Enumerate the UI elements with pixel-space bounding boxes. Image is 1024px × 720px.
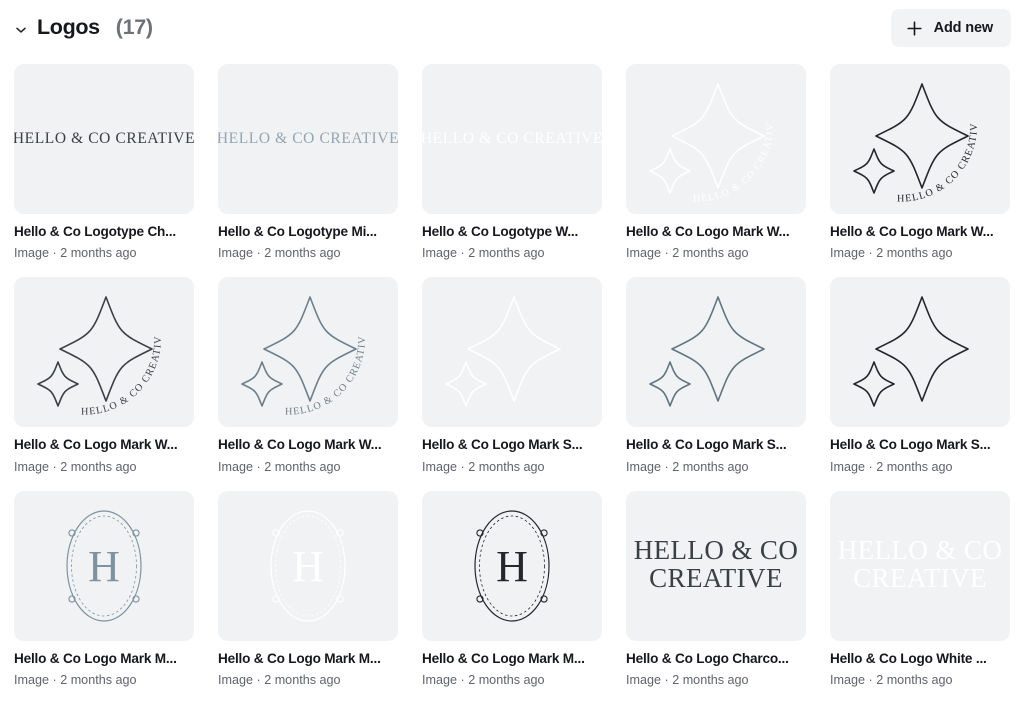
asset-card[interactable]: H Hello & Co Logo Mark M... Image · 2 mont… <box>14 490 194 688</box>
asset-title: Hello & Co Logotype Ch... <box>14 224 176 239</box>
asset-title: Hello & Co Logo Charco... <box>626 650 789 666</box>
asset-card[interactable]: Hello & Co Logo Mark S... Image · 2 month… <box>830 277 1010 474</box>
asset-meta: Image · 2 months ago <box>830 673 953 688</box>
asset-meta: Image · 2 months ago <box>218 673 341 688</box>
section-header: Logos (17) Add new <box>0 0 1024 56</box>
svg-text:HELLO & CO CREATIVE: HELLO & CO CREATIVE <box>830 64 980 205</box>
asset-card[interactable]: H Hello & Co Logo Mark M... Image · 2 mont… <box>422 490 602 688</box>
asset-meta: Image · 2 months ago <box>218 246 341 261</box>
svg-text:H: H <box>88 542 120 591</box>
asset-card[interactable]: HELLO & CO CREATIVE Hello & Co Logo Mark … <box>626 64 806 261</box>
asset-meta: Image · 2 months ago <box>14 459 137 474</box>
asset-thumbnail[interactable] <box>626 277 806 428</box>
asset-thumbnail[interactable]: HELLO & CO CREATIVE <box>830 64 1010 214</box>
svg-text:HELLO & CO: HELLO & CO <box>838 535 1002 565</box>
asset-title: Hello & Co Logo Mark M... <box>14 650 177 666</box>
svg-text:H: H <box>496 542 528 591</box>
asset-meta: Image · 2 months ago <box>626 246 749 261</box>
asset-title: Hello & Co Logo Mark W... <box>218 437 382 453</box>
plus-icon <box>906 20 923 37</box>
svg-text:CREATIVE: CREATIVE <box>853 563 987 593</box>
asset-title: Hello & Co Logo Mark M... <box>218 650 381 666</box>
asset-title: Hello & Co Logo Mark M... <box>422 650 585 666</box>
asset-meta: Image · 2 months ago <box>626 459 749 474</box>
asset-card[interactable]: HELLO & CO CREATIVE Hello & Co Logotype W… <box>422 64 602 261</box>
asset-thumbnail[interactable]: HELLO & CO CREATIVE <box>14 64 194 214</box>
asset-title: Hello & Co Logo Mark W... <box>830 224 994 239</box>
asset-thumbnail[interactable] <box>422 277 602 428</box>
asset-thumbnail[interactable]: H <box>14 490 194 641</box>
asset-thumbnail[interactable]: HELLO & CO CREATIVE <box>422 64 602 214</box>
asset-card[interactable]: HELLO & CO CREATIVE Hello & Co Logotype M… <box>218 64 398 261</box>
asset-thumbnail[interactable]: HELLO & CO CREATIVE <box>626 64 806 214</box>
asset-count: (17) <box>115 15 153 40</box>
chevron-down-icon <box>14 23 28 37</box>
asset-thumbnail[interactable] <box>830 277 1010 428</box>
asset-thumbnail[interactable]: HELLO & CO CREATIVE <box>830 490 1010 641</box>
asset-thumbnail[interactable]: H <box>422 490 602 641</box>
svg-text:HELLO & CO CREATIVE: HELLO & CO CREATIVE <box>218 277 368 418</box>
asset-meta: Image · 2 months ago <box>830 246 953 261</box>
asset-title: Hello & Co Logo Mark W... <box>626 224 790 239</box>
asset-title: Hello & Co Logotype W... <box>422 224 579 239</box>
asset-title: Hello & Co Logo Mark S... <box>830 437 991 453</box>
asset-thumbnail[interactable]: HELLO & CO CREATIVE <box>14 277 194 428</box>
asset-card[interactable]: HELLO & CO CREATIVE Hello & Co Logo Charco… <box>626 490 806 688</box>
asset-thumbnail[interactable]: HELLO & CO CREATIVE <box>626 490 806 641</box>
asset-title: Hello & Co Logo White ... <box>830 650 987 666</box>
asset-card[interactable]: HELLO & CO CREATIVE Hello & Co Logo Mark … <box>218 277 398 474</box>
asset-title: Hello & Co Logo Mark S... <box>626 437 787 453</box>
asset-title: Hello & Co Logo Mark W... <box>14 437 178 453</box>
collapse-section-toggle[interactable]: Logos (17) <box>14 17 153 39</box>
svg-text:HELLO & CO CREATIVE: HELLO & CO CREATIVE <box>14 130 194 147</box>
asset-meta: Image · 2 months ago <box>218 459 341 474</box>
asset-card[interactable]: Hello & Co Logo Mark S... Image · 2 month… <box>626 277 806 474</box>
asset-card[interactable]: HELLO & CO CREATIVE Hello & Co Logo White … <box>830 490 1010 688</box>
page-title: Logos <box>37 15 100 40</box>
asset-meta: Image · 2 months ago <box>626 673 749 688</box>
svg-text:HELLO & CO: HELLO & CO <box>634 535 798 565</box>
asset-card[interactable]: Hello & Co Logo Mark S... Image · 2 month… <box>422 277 602 474</box>
asset-thumbnail[interactable]: HELLO & CO CREATIVE <box>218 64 398 214</box>
asset-meta: Image · 2 months ago <box>830 459 953 474</box>
asset-meta: Image · 2 months ago <box>422 673 545 688</box>
asset-meta: Image · 2 months ago <box>422 459 545 474</box>
asset-card[interactable]: HELLO & CO CREATIVE Hello & Co Logo Mark … <box>830 64 1010 261</box>
asset-meta: Image · 2 months ago <box>422 246 545 261</box>
asset-thumbnail[interactable]: H <box>218 490 398 641</box>
asset-card[interactable]: HELLO & CO CREATIVE Hello & Co Logotype C… <box>14 64 194 261</box>
add-new-button[interactable]: Add new <box>890 9 1011 47</box>
add-new-label: Add new <box>933 20 994 36</box>
asset-grid: HELLO & CO CREATIVE Hello & Co Logotype C… <box>0 56 1024 688</box>
svg-text:HELLO & CO CREATIVE: HELLO & CO CREATIVE <box>218 130 398 147</box>
asset-title: Hello & Co Logotype Mi... <box>218 224 377 239</box>
svg-text:HELLO & CO CREATIVE: HELLO & CO CREATIVE <box>626 64 776 205</box>
asset-title: Hello & Co Logo Mark S... <box>422 437 583 453</box>
asset-meta: Image · 2 months ago <box>14 246 137 261</box>
asset-card[interactable]: HELLO & CO CREATIVE Hello & Co Logo Mark … <box>14 277 194 474</box>
asset-meta: Image · 2 months ago <box>14 673 137 688</box>
svg-text:H: H <box>292 542 324 591</box>
svg-text:HELLO & CO CREATIVE: HELLO & CO CREATIVE <box>422 130 602 147</box>
asset-card[interactable]: H Hello & Co Logo Mark M... Image · 2 mont… <box>218 490 398 688</box>
svg-text:HELLO & CO CREATIVE: HELLO & CO CREATIVE <box>14 277 164 418</box>
svg-text:CREATIVE: CREATIVE <box>649 563 783 593</box>
asset-thumbnail[interactable]: HELLO & CO CREATIVE <box>218 277 398 428</box>
